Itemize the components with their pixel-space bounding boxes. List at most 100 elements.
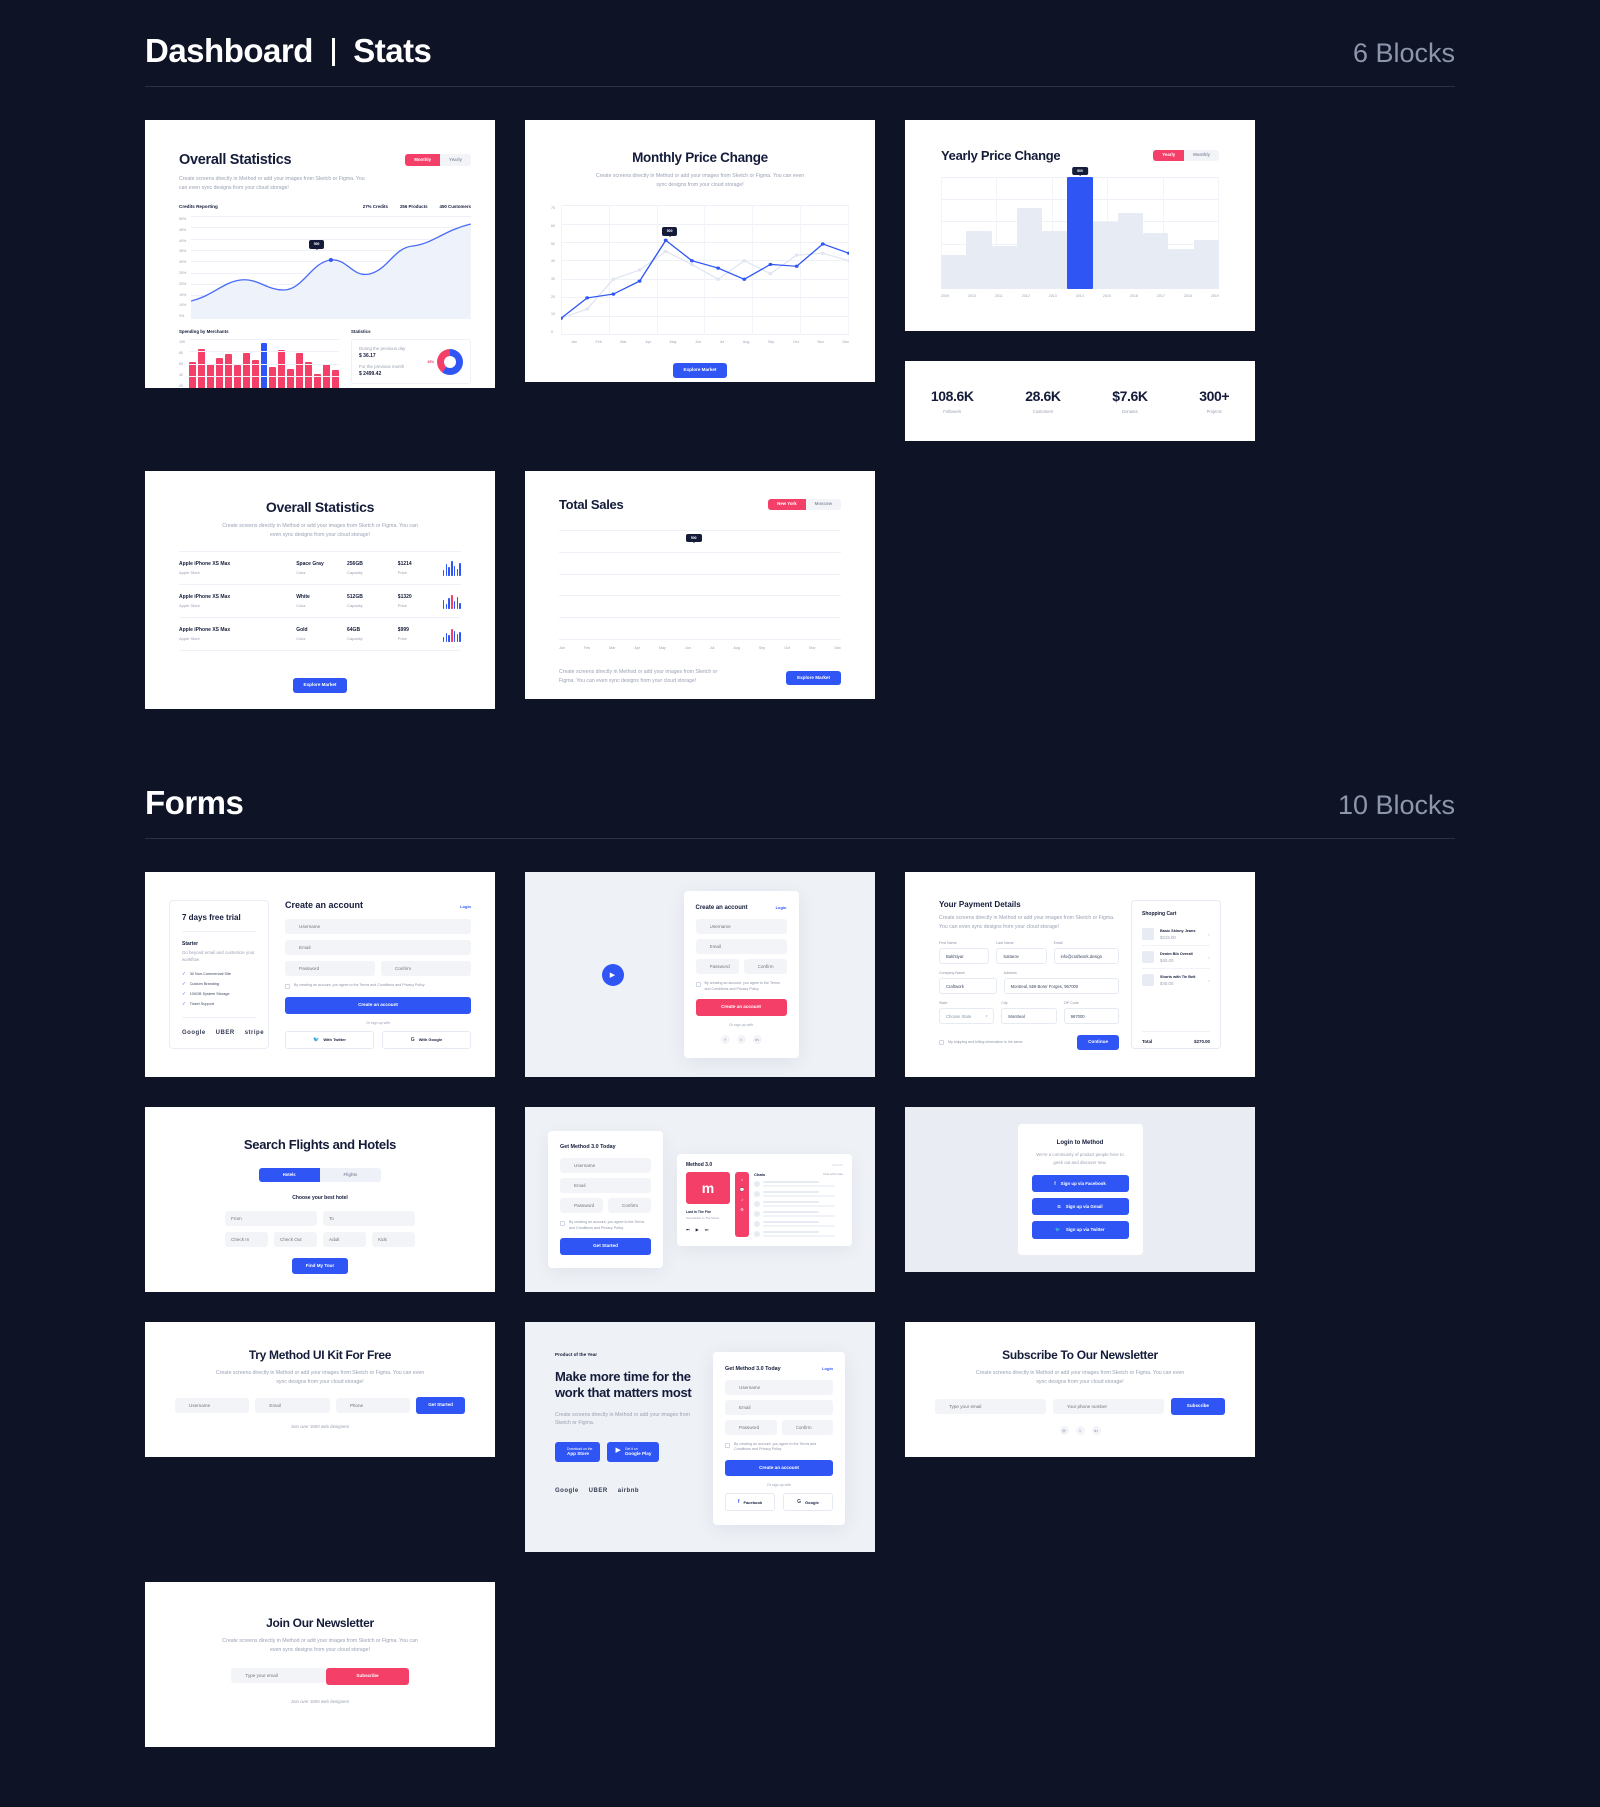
first-name-field[interactable]: Bakhtiyar — [939, 948, 990, 965]
table-row[interactable]: Apple iPhone XS Max Apple Store Gold Col… — [179, 617, 462, 652]
tab-hotels[interactable]: Hotels — [258, 1167, 320, 1182]
terms-row[interactable]: By creating an account, you agree to the… — [285, 983, 471, 990]
sales-explore-market-button[interactable]: Explore Market — [786, 670, 841, 686]
remove-icon[interactable]: × — [1208, 955, 1210, 960]
username-input[interactable] — [175, 1397, 250, 1413]
email-input[interactable] — [560, 1178, 651, 1194]
from-input[interactable] — [225, 1210, 317, 1226]
terms-row[interactable]: By creating an account, you agree to the… — [725, 1442, 833, 1453]
email-input[interactable] — [231, 1668, 327, 1684]
toggle-yearly[interactable]: Yearly — [440, 154, 471, 166]
city-field[interactable]: Montreal — [1001, 1008, 1057, 1025]
password-input[interactable] — [285, 961, 375, 977]
table-row[interactable]: Apple iPhone XS Max Apple Store Space Gr… — [179, 551, 462, 584]
chat-list-item[interactable] — [754, 1190, 843, 1197]
create-account-button[interactable]: Create an account — [695, 999, 787, 1016]
terms-checkbox[interactable] — [560, 1221, 565, 1227]
facebook-signup-button[interactable]: f Sign up via Facebook — [1031, 1174, 1129, 1192]
gmail-signup-button[interactable]: G Sign up via Gmail — [1031, 1197, 1129, 1215]
google-signup-button[interactable]: G Google — [783, 1493, 833, 1512]
facebook-signup-button[interactable]: f Facebook — [725, 1493, 775, 1512]
confirm-input[interactable] — [608, 1198, 651, 1214]
sales-city-toggle[interactable]: New York Moscow — [768, 498, 841, 511]
adult-select[interactable] — [323, 1231, 366, 1247]
email-field[interactable]: info@craftwork.design — [1053, 948, 1119, 965]
password-input[interactable] — [695, 959, 739, 975]
yearly-bar[interactable] — [941, 255, 967, 289]
prev-icon[interactable]: ⏮ — [686, 1227, 690, 1232]
terms-row[interactable]: By creating an account, you agree to the… — [695, 981, 787, 992]
chat-list[interactable] — [754, 1180, 843, 1237]
username-input[interactable] — [725, 1380, 833, 1395]
create-account-button[interactable]: Create an account — [725, 1459, 833, 1477]
state-select[interactable]: Choose State ▾ — [939, 1008, 995, 1025]
subscribe-button[interactable]: Subscribe — [326, 1668, 409, 1685]
chat-list-item[interactable] — [754, 1220, 843, 1227]
confirm-input[interactable] — [743, 959, 787, 975]
yearly-bar[interactable] — [1168, 248, 1194, 289]
toggle-yearly[interactable]: Yearly — [1153, 149, 1185, 162]
app-store-button[interactable]: Download on the App Store — [555, 1441, 601, 1462]
next-icon[interactable]: ⏭ — [705, 1227, 709, 1232]
yearly-bar[interactable] — [1092, 221, 1118, 289]
tab-flights[interactable]: Flights — [319, 1167, 382, 1182]
confirm-input[interactable] — [381, 961, 471, 977]
address-field[interactable]: Montreal, 559 Borer Forges, 967000 — [1003, 978, 1119, 995]
toggle-new-york[interactable]: New York — [768, 498, 806, 511]
dribbble-icon-button[interactable]: ◎ — [1059, 1425, 1069, 1435]
home-icon[interactable]: ⌂ — [741, 1177, 743, 1182]
username-input[interactable] — [560, 1158, 651, 1174]
kids-select[interactable] — [372, 1231, 415, 1247]
continue-button[interactable]: Continue — [1077, 1035, 1119, 1050]
linkedin-icon-button[interactable]: in — [1091, 1425, 1101, 1435]
yearly-bar[interactable] — [991, 246, 1017, 289]
terms-row[interactable]: By creating an account, you agree to the… — [560, 1220, 651, 1231]
phone-input[interactable] — [1052, 1398, 1164, 1414]
google-play-button[interactable]: ▶ Get it on Google Play — [607, 1441, 660, 1462]
twitter-icon-button[interactable]: t — [1075, 1425, 1085, 1435]
twitter-signup-button[interactable]: 🐦 Sign up via Twitter — [1031, 1220, 1129, 1239]
chat-list-item[interactable] — [754, 1230, 843, 1237]
yearly-bar[interactable] — [1193, 239, 1219, 289]
password-input[interactable] — [560, 1198, 603, 1214]
confirm-input[interactable] — [781, 1420, 833, 1435]
linkedin-icon-button[interactable]: in — [752, 1034, 762, 1044]
email-input[interactable] — [255, 1397, 330, 1413]
chat-list-item[interactable] — [754, 1200, 843, 1207]
zip-field[interactable]: 967000 — [1063, 1008, 1119, 1025]
table-explore-market-button[interactable]: Explore Market — [292, 678, 348, 693]
yearly-bar[interactable]: 500 — [1067, 167, 1093, 289]
music-icon[interactable]: ♪ — [741, 1197, 743, 1202]
flights-tabs[interactable]: Hotels Flights — [258, 1167, 382, 1182]
remove-icon[interactable]: × — [1208, 932, 1210, 937]
monthly-explore-market-button[interactable]: Explore Market — [672, 363, 728, 378]
gear-icon[interactable]: ⚙ — [740, 1207, 744, 1212]
google-signup-button[interactable]: G With Google — [382, 1030, 471, 1049]
same-address-checkbox[interactable] — [939, 1040, 944, 1046]
login-link[interactable]: Login — [776, 905, 787, 910]
app-side-nav[interactable]: ⌂ 💬 ♪ ⚙ — [735, 1171, 749, 1237]
chat-list-item[interactable] — [754, 1180, 843, 1187]
get-started-button[interactable]: Get Started — [560, 1238, 651, 1255]
terms-checkbox[interactable] — [285, 984, 290, 990]
toggle-moscow[interactable]: Moscow — [805, 498, 841, 511]
play-button[interactable]: ▶ — [601, 963, 624, 986]
subscribe-button[interactable]: Subscribe — [1170, 1398, 1225, 1415]
company-field[interactable]: Craftwork — [939, 978, 997, 995]
to-input[interactable] — [323, 1210, 415, 1226]
login-link[interactable]: Login — [822, 1366, 833, 1371]
username-input[interactable] — [285, 919, 471, 935]
twitter-icon-button[interactable]: t — [736, 1034, 746, 1044]
create-account-button[interactable]: Create an account — [285, 997, 471, 1014]
check-out-input[interactable] — [274, 1231, 317, 1247]
check-in-input[interactable] — [225, 1231, 268, 1247]
find-my-tour-button[interactable]: Find My Tour — [291, 1257, 349, 1275]
toggle-monthly[interactable]: Monthly — [1184, 149, 1219, 162]
remove-icon[interactable]: × — [1208, 978, 1210, 983]
terms-checkbox[interactable] — [695, 982, 701, 988]
facebook-icon-button[interactable]: f — [720, 1034, 730, 1044]
email-input[interactable] — [725, 1400, 833, 1415]
twitter-signup-button[interactable]: 🐦 With Twitter — [285, 1030, 374, 1049]
yearly-bar[interactable] — [1042, 230, 1068, 289]
yearly-bar[interactable] — [966, 230, 992, 289]
